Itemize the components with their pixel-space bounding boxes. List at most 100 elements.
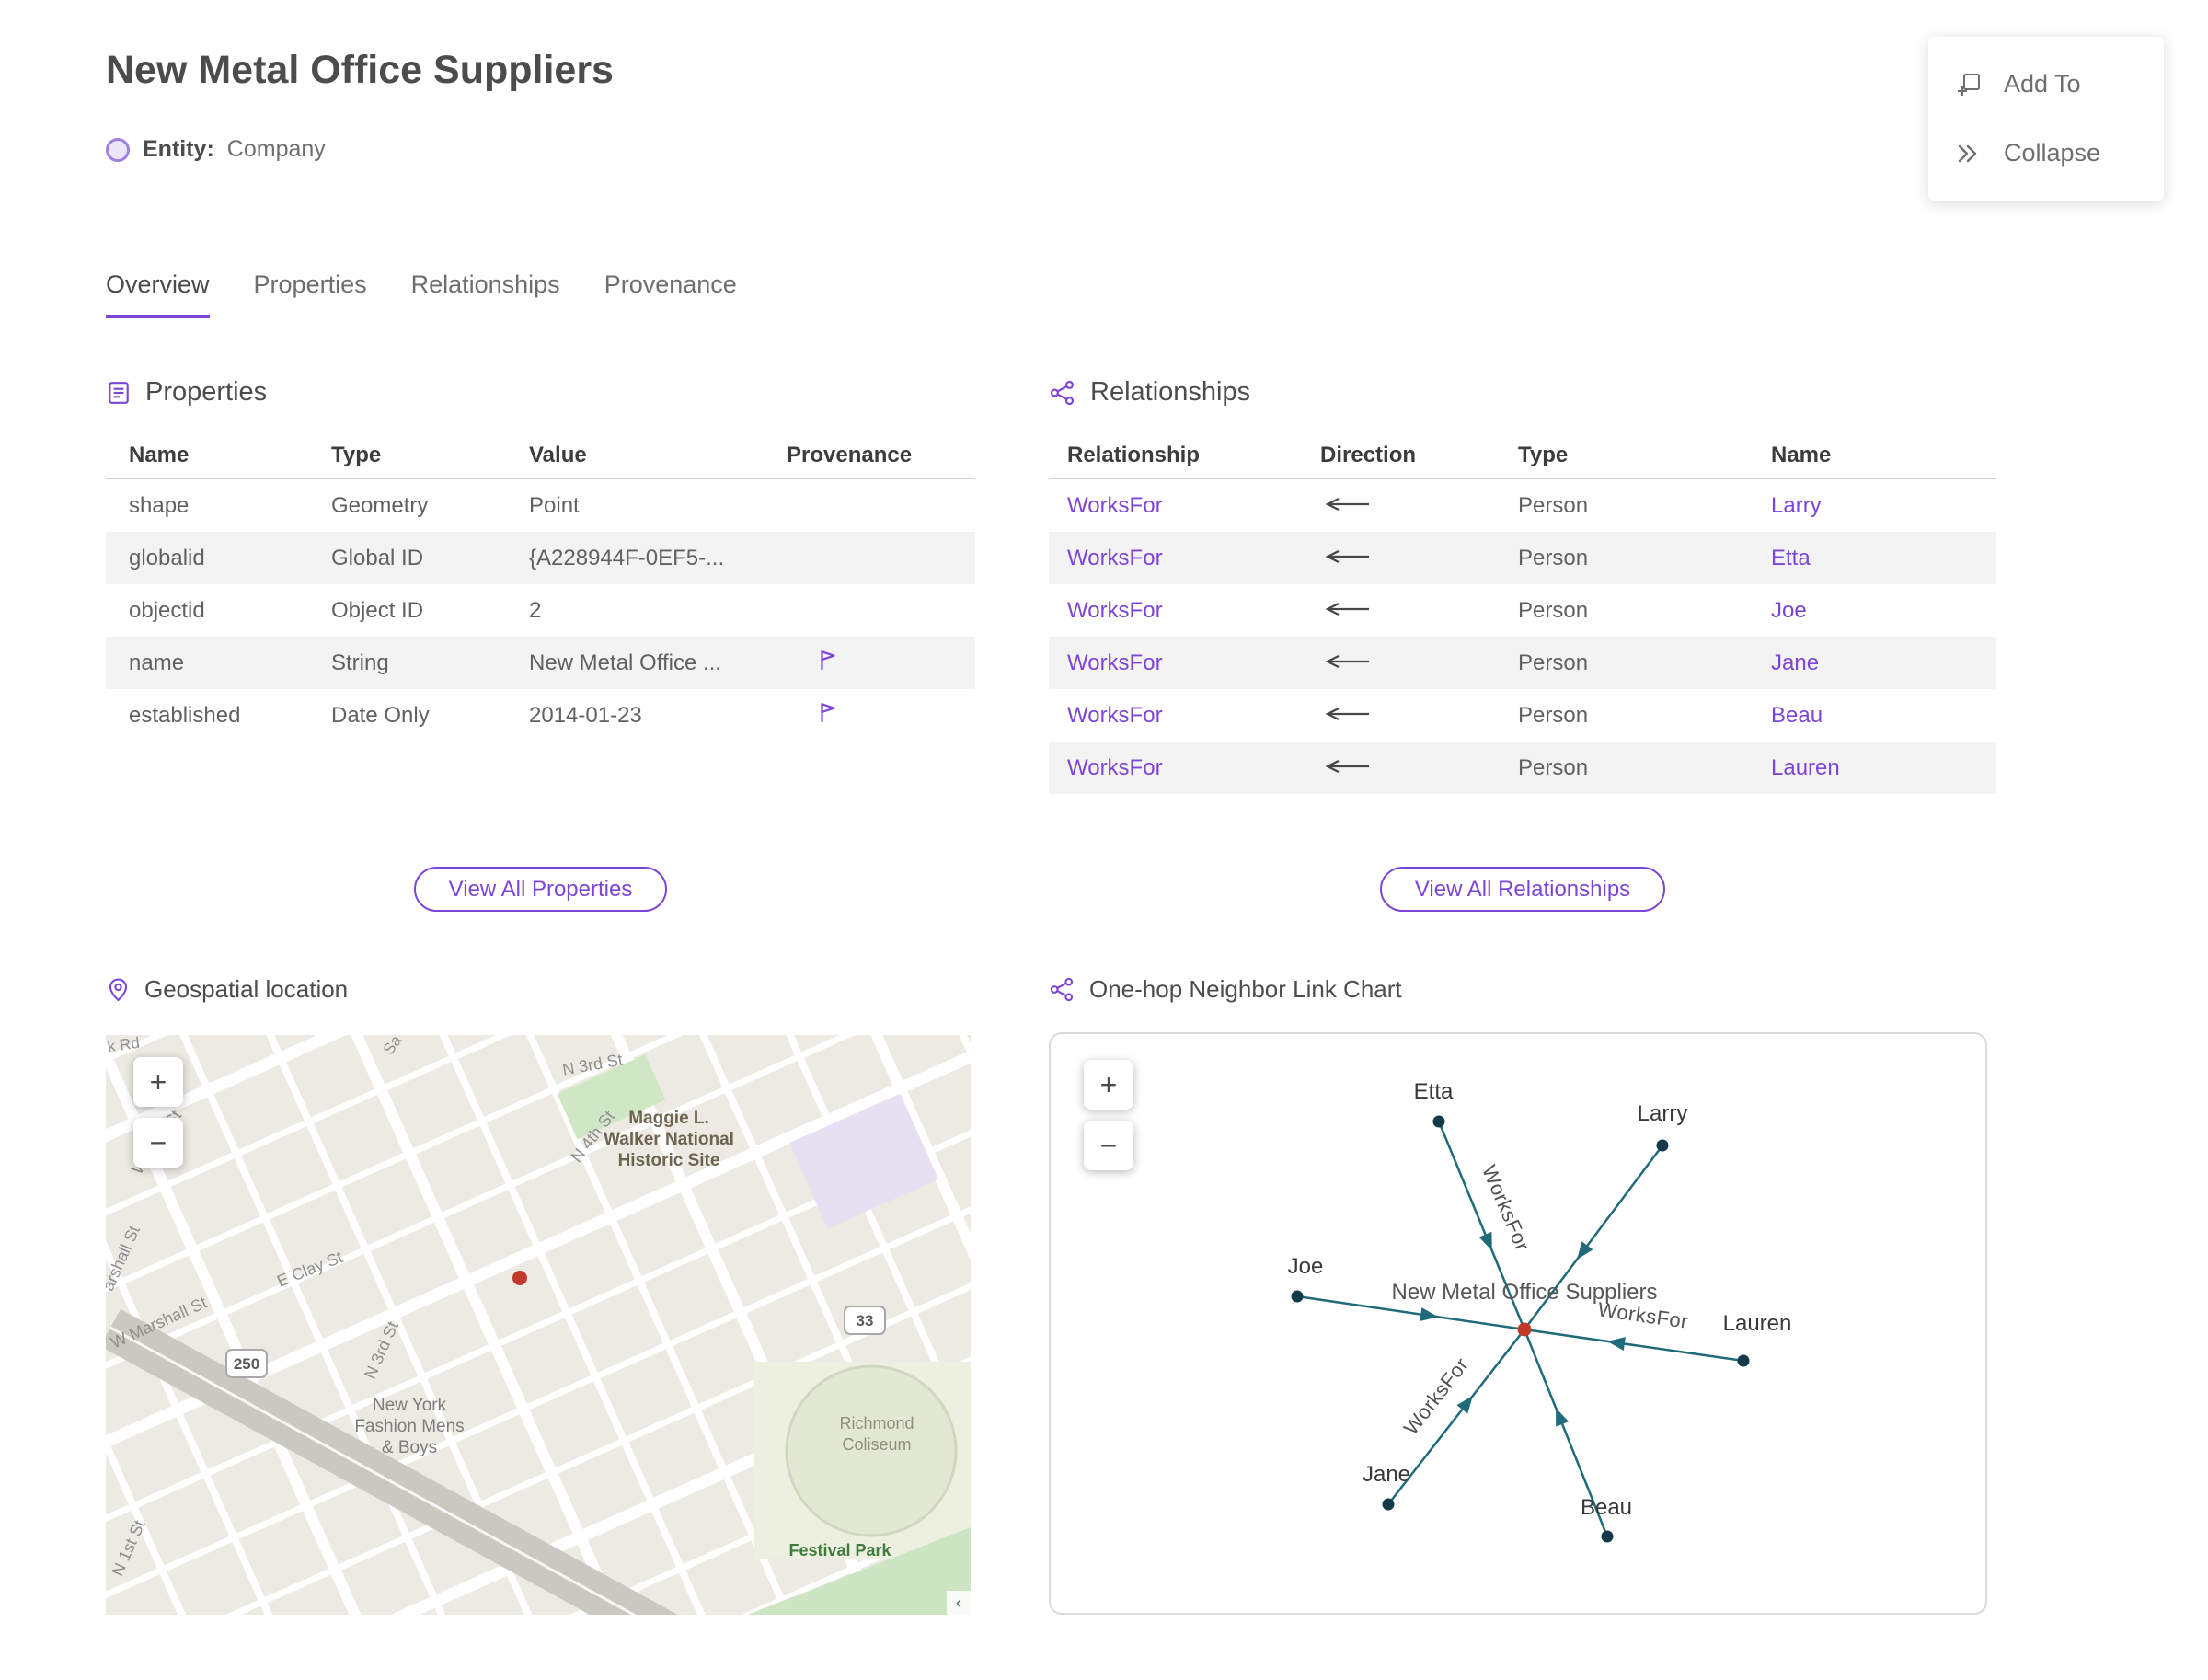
graph-center-node[interactable] bbox=[1517, 1322, 1532, 1337]
entity-type-value: Company bbox=[226, 136, 326, 162]
table-row: WorksFor Person Jane bbox=[1049, 637, 1996, 689]
view-all-relationships-button[interactable]: View All Relationships bbox=[1379, 867, 1666, 912]
relationships-table: Relationship Direction Type Name WorksFo… bbox=[1049, 432, 1996, 794]
chart-zoom-in-button[interactable]: + bbox=[1084, 1060, 1133, 1110]
map-label: Festival Park bbox=[788, 1541, 891, 1559]
graph-edge-arrow bbox=[1577, 1241, 1593, 1260]
graph-node-label: Etta bbox=[1414, 1079, 1454, 1104]
graph-node[interactable] bbox=[1432, 1115, 1445, 1128]
relationships-icon bbox=[1050, 380, 1074, 405]
tab-provenance[interactable]: Provenance bbox=[604, 270, 737, 318]
graph-edge-label: WorksFor bbox=[1399, 1353, 1474, 1439]
graph-node[interactable] bbox=[1601, 1530, 1614, 1543]
map-label: & Boys bbox=[382, 1438, 437, 1457]
table-row: WorksFor Person Joe bbox=[1049, 584, 1996, 637]
map-pin-icon bbox=[109, 978, 128, 1002]
table-row: WorksFor Person Beau bbox=[1049, 689, 1996, 742]
link-chart-icon bbox=[1050, 977, 1074, 1002]
graph-node-label: Joe bbox=[1288, 1254, 1324, 1279]
map-route-shield-label: 250 bbox=[234, 1355, 259, 1373]
geospatial-heading: Geospatial location bbox=[106, 975, 348, 1004]
geospatial-heading-label: Geospatial location bbox=[144, 975, 349, 1003]
col-value: Value bbox=[529, 442, 587, 467]
entity-type-icon bbox=[106, 137, 130, 162]
graph-edge-arrow bbox=[1456, 1395, 1473, 1414]
direction-left-arrow-icon bbox=[1325, 497, 1369, 511]
map-label: Walker National bbox=[604, 1130, 734, 1149]
properties-table-header: Name Type Value Provenance bbox=[106, 432, 975, 479]
map-label: Coliseum bbox=[842, 1435, 911, 1454]
col-provenance: Provenance bbox=[787, 442, 913, 467]
properties-table-body: shape Geometry Point globalid Global ID … bbox=[106, 479, 975, 742]
map-entity-marker bbox=[512, 1271, 527, 1285]
properties-heading: Properties bbox=[106, 377, 975, 408]
relationship-link[interactable]: WorksFor bbox=[1049, 598, 1302, 624]
add-to-button[interactable]: Add To bbox=[1928, 50, 2164, 119]
graph-node[interactable] bbox=[1737, 1354, 1750, 1367]
map-label: New York bbox=[373, 1396, 447, 1415]
entity-link[interactable]: Lauren bbox=[1753, 755, 1996, 781]
graph-node[interactable] bbox=[1291, 1290, 1304, 1303]
collapse-icon bbox=[1958, 144, 1977, 162]
entity-details-page: New Metal Office Suppliers Entity: Compa… bbox=[0, 0, 2208, 1680]
entity-type-row: Entity: Company bbox=[106, 136, 326, 163]
relationships-heading: Relationships bbox=[1049, 377, 1996, 408]
table-row: WorksFor Person Lauren bbox=[1049, 742, 1996, 794]
direction-left-arrow-icon bbox=[1325, 759, 1369, 773]
view-all-properties-button[interactable]: View All Properties bbox=[413, 867, 668, 912]
map-attribution-toggle[interactable]: ‹ bbox=[947, 1591, 971, 1615]
collapse-label: Collapse bbox=[2004, 139, 2101, 167]
graph-edge-arrow bbox=[1478, 1231, 1492, 1251]
table-row: WorksFor Person Etta bbox=[1049, 532, 1996, 584]
relationship-link[interactable]: WorksFor bbox=[1049, 650, 1302, 676]
properties-panel: Properties Name Type Value Provenance sh… bbox=[106, 377, 975, 742]
provenance-flag-icon[interactable] bbox=[817, 700, 839, 724]
relationship-link[interactable]: WorksFor bbox=[1049, 546, 1302, 571]
graph-node-label: Jane bbox=[1363, 1462, 1410, 1487]
link-chart-canvas[interactable]: WorksForWorksForWorksForEttaLarryJoeLaur… bbox=[1051, 1034, 1985, 1613]
entity-link[interactable]: Etta bbox=[1753, 546, 1996, 571]
chart-zoom-out-button[interactable]: − bbox=[1084, 1121, 1133, 1170]
entity-link[interactable]: Beau bbox=[1753, 703, 1996, 729]
properties-table: Name Type Value Provenance shape Geometr… bbox=[106, 432, 975, 742]
provenance-flag-icon[interactable] bbox=[817, 648, 839, 672]
tab-bar: Overview Properties Relationships Proven… bbox=[106, 270, 737, 318]
relationships-heading-label: Relationships bbox=[1090, 377, 1251, 407]
map-zoom-out-button[interactable]: − bbox=[133, 1118, 183, 1168]
entity-link[interactable]: Jane bbox=[1753, 650, 1996, 676]
map-label: Maggie L. bbox=[628, 1109, 709, 1128]
direction-left-arrow-icon bbox=[1325, 602, 1369, 616]
map-label: Historic Site bbox=[618, 1151, 720, 1170]
map-zoom-in-button[interactable]: + bbox=[133, 1057, 183, 1107]
page-title: New Metal Office Suppliers bbox=[106, 48, 614, 92]
entity-label: Entity: bbox=[143, 136, 214, 162]
map-zoom-controls: + − bbox=[133, 1057, 183, 1179]
entity-link[interactable]: Joe bbox=[1753, 598, 1996, 624]
relationship-link[interactable]: WorksFor bbox=[1049, 703, 1302, 729]
collapse-button[interactable]: Collapse bbox=[1928, 119, 2164, 188]
graph-center-node-label: New Metal Office Suppliers bbox=[1391, 1280, 1657, 1305]
tab-relationships[interactable]: Relationships bbox=[411, 270, 560, 318]
graph-node[interactable] bbox=[1656, 1139, 1669, 1152]
relationship-link[interactable]: WorksFor bbox=[1049, 493, 1302, 519]
map-canvas[interactable]: Maggie L. Walker National Historic Site New… bbox=[106, 1035, 971, 1615]
geospatial-map[interactable]: Maggie L. Walker National Historic Site New… bbox=[106, 1035, 971, 1615]
graph-node-label: Larry bbox=[1638, 1101, 1688, 1126]
entity-link[interactable]: Larry bbox=[1753, 493, 1996, 519]
col-type: Type bbox=[331, 442, 382, 467]
col-type: Type bbox=[1518, 442, 1569, 467]
tab-properties[interactable]: Properties bbox=[254, 270, 367, 318]
action-menu: Add To Collapse bbox=[1928, 37, 2164, 201]
map-route-shield-label: 33 bbox=[857, 1312, 874, 1329]
add-to-icon bbox=[1958, 73, 1980, 96]
relationship-link[interactable]: WorksFor bbox=[1049, 755, 1302, 781]
col-direction: Direction bbox=[1320, 442, 1417, 467]
chart-zoom-controls: + − bbox=[1084, 1060, 1133, 1181]
properties-icon bbox=[109, 381, 129, 404]
tab-overview[interactable]: Overview bbox=[106, 270, 210, 318]
relationships-table-body: WorksFor Person Larry WorksFor Person Et… bbox=[1049, 479, 1996, 794]
direction-left-arrow-icon bbox=[1325, 654, 1369, 668]
graph-edge bbox=[1524, 1328, 1744, 1363]
table-row: established Date Only 2014-01-23 bbox=[106, 689, 975, 742]
graph-node[interactable] bbox=[1382, 1498, 1395, 1511]
